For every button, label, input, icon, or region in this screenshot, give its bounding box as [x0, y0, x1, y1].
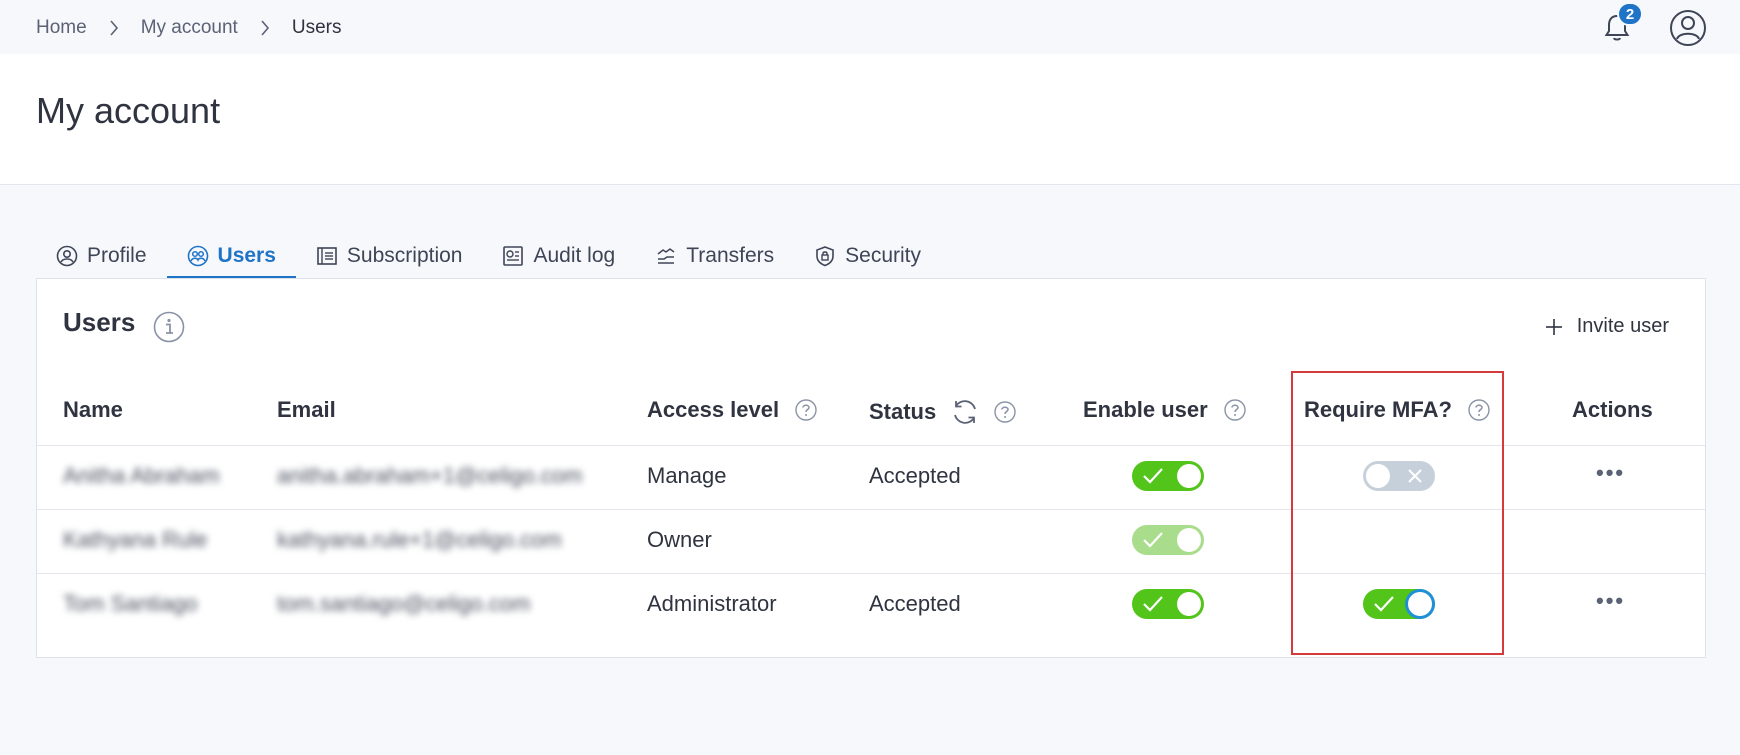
toggle-knob: [1177, 528, 1201, 552]
enable-user-toggle: [1132, 525, 1204, 555]
header-label: Actions: [1572, 397, 1653, 422]
tab-subscription[interactable]: Subscription: [296, 234, 483, 278]
user-name: Anitha Abraham: [63, 463, 220, 488]
refresh-icon[interactable]: [950, 397, 980, 427]
tab-label: Profile: [87, 244, 147, 267]
chevron-right-icon: [107, 20, 121, 36]
column-header-status[interactable]: Status: [869, 397, 1016, 427]
breadcrumb-my-account[interactable]: My account: [141, 17, 238, 39]
breadcrumb-home[interactable]: Home: [36, 17, 87, 39]
user-avatar-icon[interactable]: [1668, 8, 1708, 48]
header-label: Email: [277, 397, 336, 422]
header-label: Access level: [647, 397, 780, 422]
account-tabs: Profile Users Subscription Audit log Tra…: [36, 234, 941, 279]
enable-user-toggle[interactable]: [1132, 589, 1204, 619]
check-icon: [1143, 468, 1163, 484]
row-actions-menu[interactable]: •••: [1596, 588, 1625, 614]
column-header-enable-user[interactable]: Enable user: [1083, 397, 1246, 423]
user-email: tom.santiago@celigo.com: [277, 591, 531, 616]
page-title: My account: [36, 90, 221, 131]
audit-icon: [503, 246, 524, 266]
invite-user-label: Invite user: [1576, 315, 1669, 337]
help-icon[interactable]: [795, 399, 817, 421]
top-bar: Home My account Users 2: [0, 0, 1740, 54]
enable-user-toggle[interactable]: [1132, 461, 1204, 491]
user-name: Tom Santiago: [63, 591, 198, 616]
shield-lock-icon: [816, 246, 834, 267]
tab-security[interactable]: Security: [794, 234, 941, 278]
user-name: Kathyana Rule: [63, 527, 208, 552]
access-level-value: Manage: [647, 463, 727, 488]
toggle-knob: [1177, 592, 1201, 616]
column-header-actions: Actions: [1572, 397, 1653, 423]
column-header-email[interactable]: Email: [277, 397, 336, 423]
panel-title: Users: [63, 307, 136, 337]
breadcrumb: Home My account Users: [36, 17, 341, 39]
row-actions-menu[interactable]: •••: [1596, 460, 1625, 486]
tab-transfers[interactable]: Transfers: [635, 234, 794, 278]
header-label: Status: [869, 399, 937, 424]
tab-label: Transfers: [686, 244, 775, 267]
check-icon: [1143, 596, 1163, 612]
page-header: My account: [0, 54, 1740, 185]
user-email: kathyana.rule+1@celigo.com: [277, 527, 562, 552]
toggle-knob: [1177, 464, 1201, 488]
transfer-icon: [657, 248, 675, 264]
column-header-name[interactable]: Name: [63, 397, 123, 423]
tab-label: Subscription: [346, 244, 463, 267]
plus-icon: [1545, 318, 1562, 335]
column-header-access-level[interactable]: Access level: [647, 397, 817, 423]
chevron-right-icon: [258, 20, 272, 36]
invite-user-button[interactable]: Invite user: [1545, 315, 1669, 338]
header-label: Name: [63, 397, 123, 422]
access-level-value: Administrator: [647, 591, 777, 616]
mfa-column-highlight: [1291, 371, 1504, 655]
status-value: Accepted: [869, 463, 961, 488]
tab-label: Audit log: [533, 244, 616, 267]
tab-label: Users: [217, 244, 276, 267]
user-email: anitha.abraham+1@celigo.com: [277, 463, 583, 488]
check-icon: [1143, 532, 1163, 548]
help-icon[interactable]: [1224, 399, 1246, 421]
status-value: Accepted: [869, 591, 961, 616]
tab-label: Security: [845, 244, 921, 267]
tab-users[interactable]: Users: [166, 234, 297, 279]
user-circle-icon: [56, 245, 78, 267]
access-level-value: Owner: [647, 527, 712, 552]
notification-count-badge: 2: [1617, 2, 1643, 26]
tab-profile[interactable]: Profile: [36, 234, 167, 278]
document-list-icon: [317, 247, 337, 265]
users-icon: [187, 245, 208, 267]
header-label: Enable user: [1083, 397, 1208, 422]
info-icon[interactable]: [153, 311, 185, 343]
tab-audit-log[interactable]: Audit log: [482, 234, 635, 278]
help-icon[interactable]: [994, 401, 1016, 423]
breadcrumb-current: Users: [291, 17, 342, 38]
